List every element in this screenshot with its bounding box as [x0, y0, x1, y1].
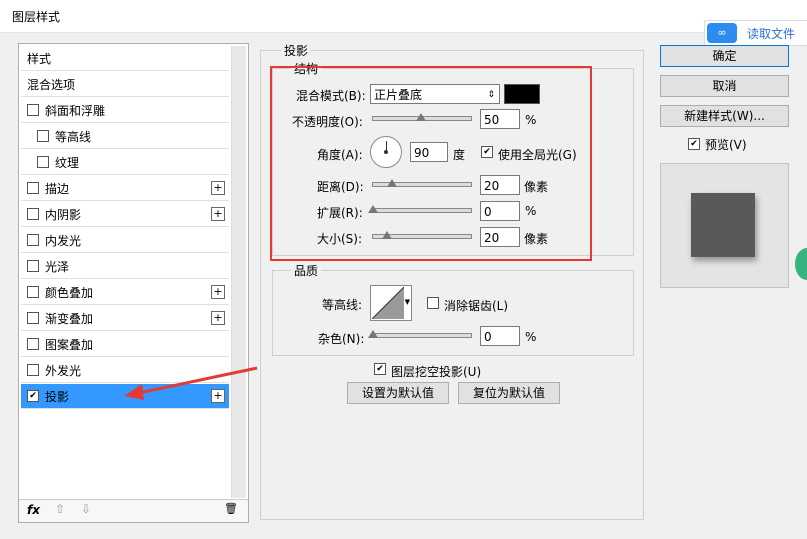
background-app-icon: [795, 248, 807, 280]
style-enable-checkbox[interactable]: [37, 156, 49, 168]
add-instance-icon[interactable]: +: [211, 285, 225, 299]
style-list-label: 外发光: [45, 364, 82, 378]
style-list-label: 内阴影: [45, 208, 82, 222]
style-enable-checkbox[interactable]: [27, 364, 39, 376]
style-enable-checkbox[interactable]: [37, 130, 49, 142]
style-list-item[interactable]: 混合选项: [21, 72, 229, 97]
knockout-label: 图层挖空投影(U): [391, 365, 482, 379]
style-list-label: 纹理: [55, 156, 80, 170]
style-list-label: 光泽: [45, 260, 70, 274]
style-list-label: 内发光: [45, 234, 82, 248]
noise-input[interactable]: 0: [480, 326, 520, 346]
annotation-highlight-box: [270, 66, 592, 261]
style-list-panel: 样式混合选项斜面和浮雕等高线纹理描边 + 内阴影 + 内发光光泽颜色叠加 + 渐变叠加 + 图案…: [18, 43, 249, 523]
ok-button[interactable]: 确定: [660, 45, 789, 67]
style-list-label: 颜色叠加: [45, 286, 94, 300]
preview-label: 预览(V): [705, 138, 747, 152]
style-list-item[interactable]: 图案叠加: [21, 332, 229, 357]
contour-label: 等高线:: [322, 298, 363, 312]
cancel-button[interactable]: 取消: [660, 75, 789, 97]
set-default-button[interactable]: 设置为默认值: [347, 382, 449, 404]
add-instance-icon[interactable]: +: [211, 181, 225, 195]
style-list-label: 投影: [45, 390, 70, 404]
knockout-checkbox[interactable]: ✔: [374, 363, 386, 375]
new-style-button[interactable]: 新建样式(W)...: [660, 105, 789, 127]
contour-dropdown-icon[interactable]: ▼: [405, 298, 410, 306]
read-file-badge[interactable]: ∞ 读取文件: [704, 20, 807, 46]
style-list-label: 渐变叠加: [45, 312, 94, 326]
quality-title: 品质: [291, 262, 322, 279]
reset-default-button[interactable]: 复位为默认值: [458, 382, 560, 404]
style-enable-checkbox[interactable]: [27, 104, 39, 116]
trash-icon[interactable]: 🗑: [224, 502, 238, 515]
noise-slider-thumb[interactable]: [368, 330, 378, 338]
style-list-item[interactable]: 渐变叠加 +: [21, 306, 229, 331]
antialias-checkbox[interactable]: [427, 297, 439, 309]
style-list-label: 样式: [27, 52, 52, 66]
preview-checkbox[interactable]: ✔: [688, 138, 700, 150]
style-list-item[interactable]: 纹理: [21, 150, 229, 175]
antialias-label: 消除锯齿(L): [444, 299, 509, 313]
style-enable-checkbox[interactable]: [27, 234, 39, 246]
style-enable-checkbox[interactable]: [27, 338, 39, 350]
style-list-label: 混合选项: [27, 78, 76, 92]
style-list-scrollbar[interactable]: [231, 46, 246, 498]
cloud-logo-icon: ∞: [707, 23, 737, 43]
style-enable-checkbox[interactable]: [27, 208, 39, 220]
style-list-footer: fx ⇧ ⇩ 🗑: [19, 499, 248, 522]
style-enable-checkbox[interactable]: [27, 312, 39, 324]
add-instance-icon[interactable]: +: [211, 207, 225, 221]
move-up-icon[interactable]: ⇧: [55, 502, 65, 516]
move-down-icon[interactable]: ⇩: [81, 502, 91, 516]
style-list-item[interactable]: 内发光: [21, 228, 229, 253]
title-bar: 图层样式: [0, 0, 807, 33]
contour-picker[interactable]: ▼: [370, 285, 412, 321]
read-file-label: 读取文件: [747, 27, 796, 41]
noise-unit: %: [525, 330, 537, 344]
style-list-label: 斜面和浮雕: [45, 104, 106, 118]
style-list-label: 等高线: [55, 130, 92, 144]
style-list-label: 图案叠加: [45, 338, 94, 352]
window-title: 图层样式: [12, 10, 61, 24]
style-list-item[interactable]: 等高线: [21, 124, 229, 149]
style-preview-box: [660, 163, 789, 288]
style-list-item[interactable]: 颜色叠加 +: [21, 280, 229, 305]
preview-swatch: [691, 193, 755, 257]
style-list-item[interactable]: 光泽: [21, 254, 229, 279]
style-list-item[interactable]: 样式: [21, 46, 229, 71]
style-enable-checkbox[interactable]: [27, 182, 39, 194]
style-list-item[interactable]: 描边 +: [21, 176, 229, 201]
style-list-item[interactable]: 内阴影 +: [21, 202, 229, 227]
style-enable-checkbox[interactable]: ✔: [27, 390, 39, 402]
style-list-label: 描边: [45, 182, 70, 196]
style-list-item[interactable]: 斜面和浮雕: [21, 98, 229, 123]
fx-icon[interactable]: fx: [27, 503, 40, 517]
add-instance-icon[interactable]: +: [211, 311, 225, 325]
annotation-arrow: [124, 366, 258, 400]
contour-curve-icon: [372, 287, 404, 319]
style-enable-checkbox[interactable]: [27, 286, 39, 298]
style-enable-checkbox[interactable]: [27, 260, 39, 272]
drop-shadow-title: 投影: [281, 42, 312, 59]
noise-slider[interactable]: [372, 333, 472, 338]
noise-label: 杂色(N):: [318, 332, 365, 346]
